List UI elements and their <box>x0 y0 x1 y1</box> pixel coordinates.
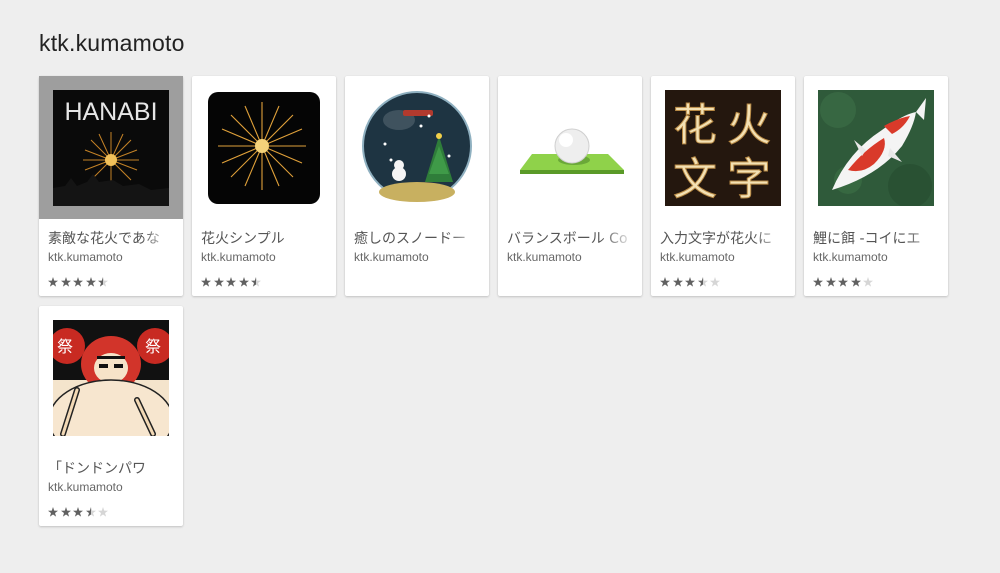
star-empty-icon <box>710 277 723 287</box>
star-full-icon <box>660 277 673 287</box>
festival-label: 祭 <box>57 337 73 356</box>
star-half-icon <box>85 507 99 517</box>
firework-letter: 火 <box>727 100 771 151</box>
app-developer[interactable]: ktk.kumamoto <box>813 250 888 264</box>
star-full-icon <box>60 507 74 517</box>
star-half-icon <box>697 277 711 287</box>
star-rating <box>201 277 264 287</box>
star-full-icon <box>226 277 239 287</box>
star-full-icon <box>813 277 826 287</box>
star-full-icon <box>850 277 864 287</box>
star-full-icon <box>73 507 86 517</box>
star-half-icon <box>98 277 111 287</box>
star-half-icon <box>251 277 264 287</box>
app-developer[interactable]: ktk.kumamoto <box>48 250 123 264</box>
star-full-icon <box>201 277 214 287</box>
firework-letters-icon: 花 火 文 字 <box>665 90 781 206</box>
balance-ball-icon <box>512 90 628 206</box>
star-rating <box>48 277 111 287</box>
star-rating <box>660 277 723 287</box>
firework-burst-icon <box>206 90 322 206</box>
app-developer[interactable]: ktk.kumamoto <box>507 250 582 264</box>
hanabi-icon-text: HANABI <box>64 98 157 126</box>
app-card[interactable]: 花火シンプル ktk.kumamoto <box>192 76 336 296</box>
app-title[interactable]: 鯉に餌 -コイにエ <box>813 228 941 248</box>
star-full-icon <box>825 277 839 287</box>
star-full-icon <box>685 277 698 287</box>
firework-letter: 花 <box>673 100 717 151</box>
firework-letter: 文 <box>673 154 717 205</box>
developer-title: ktk.kumamoto <box>39 30 185 56</box>
firework-letter: 字 <box>727 154 771 205</box>
app-title[interactable]: バランスボール Co <box>507 228 635 248</box>
star-full-icon <box>85 277 99 287</box>
star-rating <box>813 277 876 287</box>
star-full-icon <box>672 277 686 287</box>
app-title[interactable]: 入力文字が花火に <box>660 228 788 248</box>
app-title[interactable]: 「ドンドンパワ <box>48 458 176 478</box>
star-full-icon <box>48 507 61 517</box>
app-title[interactable]: 素敵な花火であな <box>48 228 176 248</box>
app-developer[interactable]: ktk.kumamoto <box>354 250 429 264</box>
app-card[interactable]: HANABI 素敵な花火であな ktk.kumamoto <box>39 76 183 296</box>
star-empty-icon <box>98 507 111 517</box>
app-developer[interactable]: ktk.kumamoto <box>660 250 735 264</box>
app-card[interactable]: 鯉に餌 -コイにエ ktk.kumamoto <box>804 76 948 296</box>
koi-fish-icon <box>818 90 934 206</box>
star-full-icon <box>73 277 86 287</box>
app-card[interactable]: 花 火 文 字 入力文字が花火に ktk.kumamoto <box>651 76 795 296</box>
hanabi-fireworks-icon: HANABI <box>53 90 169 206</box>
star-full-icon <box>838 277 851 287</box>
star-full-icon <box>48 277 61 287</box>
app-title[interactable]: 癒しのスノードー <box>354 228 482 248</box>
app-card[interactable]: 癒しのスノードー ktk.kumamoto <box>345 76 489 296</box>
daruma-drum-icon: 祭 祭 <box>53 320 169 436</box>
star-full-icon <box>238 277 252 287</box>
app-card[interactable]: バランスボール Co ktk.kumamoto <box>498 76 642 296</box>
snow-globe-icon <box>359 90 475 206</box>
star-full-icon <box>213 277 227 287</box>
star-empty-icon <box>863 277 876 287</box>
app-developer[interactable]: ktk.kumamoto <box>48 480 123 494</box>
app-card[interactable]: 祭 祭 「ドンドンパワ ktk.kumamoto <box>39 306 183 526</box>
star-rating <box>48 507 111 517</box>
app-developer[interactable]: ktk.kumamoto <box>201 250 276 264</box>
festival-label: 祭 <box>145 337 161 356</box>
app-title[interactable]: 花火シンプル <box>201 228 329 248</box>
star-full-icon <box>60 277 74 287</box>
